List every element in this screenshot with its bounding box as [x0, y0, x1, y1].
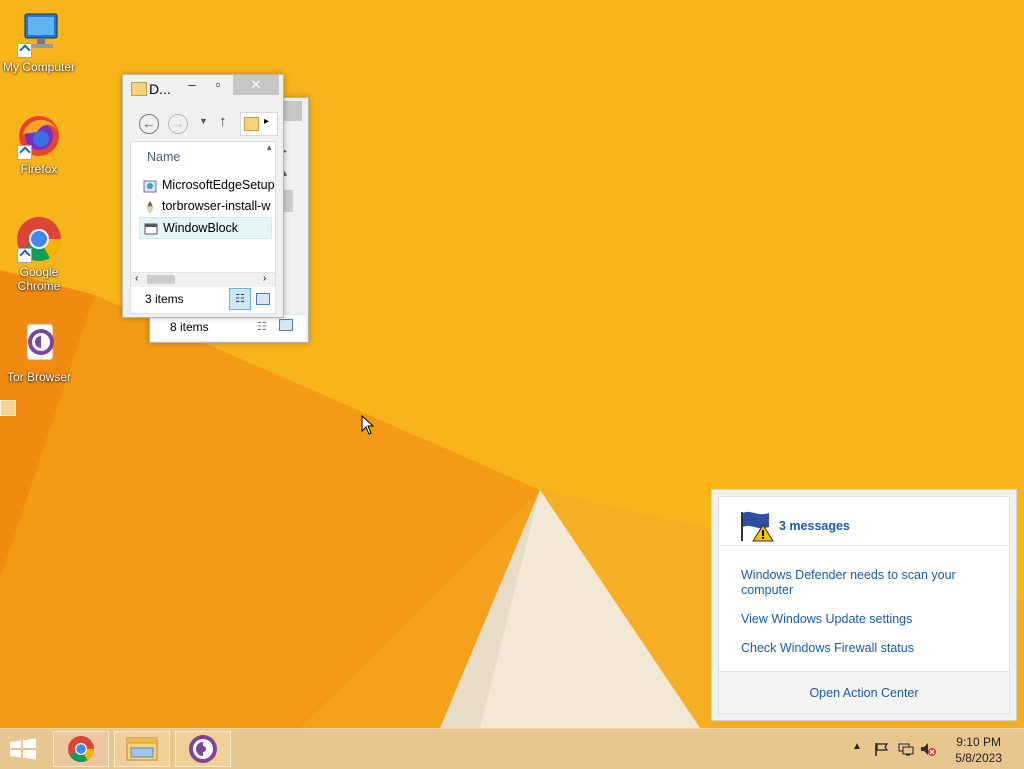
tor-browser-icon	[189, 735, 217, 763]
back-button[interactable]: ←	[139, 114, 159, 134]
open-action-center-link[interactable]: Open Action Center	[719, 686, 1009, 700]
address-bar[interactable]: ▸	[240, 112, 278, 136]
recent-locations-dropdown-icon[interactable]: ▼	[199, 116, 208, 126]
desktop-icon-label: Firefox	[20, 162, 58, 176]
scrollbar-thumb[interactable]	[147, 275, 175, 284]
status-bar: 3 items ☷	[130, 287, 276, 314]
partial-desktop-icon[interactable]	[0, 400, 16, 416]
action-center-flag-icon	[741, 511, 774, 542]
shortcut-arrow-icon	[17, 248, 32, 263]
up-arrow-icon[interactable]: ↑	[219, 113, 227, 130]
action-center-popup[interactable]: 3 messages Windows Defender needs to sca…	[711, 489, 1017, 721]
forward-button[interactable]: →	[168, 114, 188, 134]
file-item-selected[interactable]: WindowBlock	[139, 217, 272, 239]
scrollbar-thumb[interactable]	[283, 190, 293, 212]
downloads-folder-icon	[244, 117, 259, 131]
installer-icon	[143, 180, 157, 193]
horizontal-scrollbar[interactable]: ‹ ›	[131, 272, 275, 287]
application-icon	[144, 223, 158, 235]
computer-icon	[15, 10, 63, 58]
clock[interactable]: 9:10 PM 5/8/2023	[955, 734, 1002, 766]
clock-time: 9:10 PM	[956, 735, 1001, 749]
desktop-icon-label: Tor Browser	[6, 370, 71, 384]
file-name: MicrosoftEdgeSetup	[162, 178, 275, 192]
desktop-icon-tor-browser[interactable]: Tor Browser	[0, 320, 78, 384]
show-hidden-icons-chevron-icon[interactable]: ▲	[852, 741, 862, 752]
file-list-pane[interactable]: Name ▴ MicrosoftEdgeSetup torbrowser-ins…	[130, 141, 276, 289]
desktop-icon-firefox[interactable]: Firefox	[0, 112, 78, 176]
shortcut-arrow-icon	[17, 43, 32, 58]
status-bar: 8 items ☷	[150, 314, 306, 341]
windows-logo-icon	[10, 738, 36, 760]
action-center-flag-icon[interactable]	[874, 742, 890, 756]
file-name: torbrowser-install-w	[162, 199, 271, 213]
taskbar-button-file-explorer[interactable]	[114, 731, 170, 767]
file-name: WindowBlock	[163, 221, 239, 235]
maximize-button[interactable]: ▫	[205, 75, 231, 95]
explorer-window-front[interactable]: D... – ▫ ✕ ← → ▼ ↑ ▸ Name ▴ MicrosoftEdg…	[122, 74, 284, 318]
divider	[719, 545, 1009, 546]
message-link-windows-update[interactable]: View Windows Update settings	[741, 612, 912, 627]
tor-browser-icon	[15, 320, 63, 368]
chrome-icon	[15, 215, 63, 263]
start-button[interactable]	[8, 738, 38, 763]
desktop[interactable]: My Computer Firefox Google Chrome Tor Br…	[0, 0, 1024, 728]
scroll-left-arrow-icon[interactable]: ‹	[135, 273, 138, 284]
thumbnail-view-icon[interactable]	[279, 319, 293, 331]
taskbar-button-chrome[interactable]	[53, 731, 109, 767]
taskbar-button-tor-browser[interactable]	[175, 731, 231, 767]
message-link-windows-firewall[interactable]: Check Windows Firewall status	[741, 641, 914, 656]
window-title: D...	[149, 81, 171, 97]
scroll-up-arrow-icon[interactable]: ▴	[267, 142, 272, 153]
downloads-folder-icon	[131, 82, 147, 96]
taskbar: ▲ 9:10 PM 5/8/2023	[0, 728, 1024, 769]
navigation-toolbar: ← → ▼ ↑ ▸	[130, 108, 278, 138]
firefox-icon	[15, 112, 63, 160]
details-view-icon[interactable]: ☷	[229, 288, 251, 310]
mouse-cursor-icon	[361, 415, 375, 435]
thumbnail-view-icon[interactable]	[256, 293, 270, 305]
shortcut-arrow-icon	[17, 145, 32, 160]
close-button[interactable]: ✕	[233, 75, 279, 95]
desktop-icon-my-computer[interactable]: My Computer	[0, 10, 78, 74]
file-item[interactable]: MicrosoftEdgeSetup	[143, 175, 275, 195]
tor-installer-icon	[147, 200, 153, 213]
file-explorer-icon	[126, 737, 158, 761]
desktop-icon-google-chrome[interactable]: Google Chrome	[0, 215, 78, 293]
scroll-right-arrow-icon[interactable]: ›	[263, 273, 266, 284]
status-item-count: 8 items	[170, 320, 209, 334]
file-item[interactable]: torbrowser-install-w	[143, 196, 270, 216]
action-center-footer: Open Action Center	[719, 671, 1009, 713]
clock-date: 5/8/2023	[955, 751, 1002, 765]
minimize-button[interactable]: –	[179, 75, 205, 95]
details-view-icon[interactable]: ☷	[257, 320, 267, 333]
column-header-name[interactable]: Name	[147, 150, 180, 164]
breadcrumb-chevron-icon[interactable]: ▸	[264, 116, 269, 127]
desktop-icon-label: Google Chrome	[17, 265, 61, 293]
chrome-icon	[68, 736, 95, 763]
message-link-windows-defender[interactable]: Windows Defender needs to scan your comp…	[741, 568, 961, 598]
title-bar[interactable]: D... – ▫ ✕	[123, 75, 283, 102]
volume-muted-icon[interactable]	[920, 742, 936, 756]
messages-count-link[interactable]: 3 messages	[779, 519, 850, 533]
network-icon[interactable]	[898, 742, 914, 756]
status-item-count: 3 items	[145, 292, 184, 306]
desktop-icon-label: My Computer	[2, 60, 76, 74]
